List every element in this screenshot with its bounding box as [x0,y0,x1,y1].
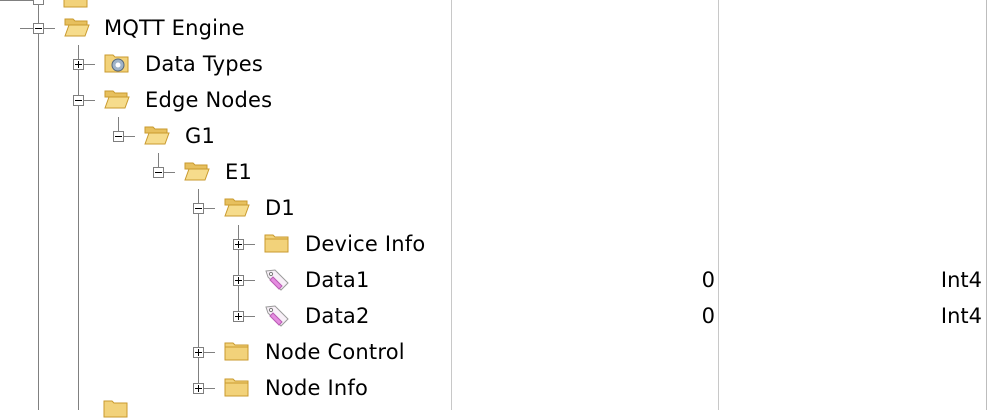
expand-toggle[interactable] [193,383,204,394]
expand-toggle[interactable] [233,275,244,286]
tree-node-label: Edge Nodes [145,88,273,112]
tree-row[interactable]: Device Info [0,226,988,262]
collapse-toggle[interactable] [153,167,164,178]
folder-open-icon [184,162,210,181]
tree-row[interactable]: Node Info [0,370,988,406]
folder-open-icon [104,90,130,109]
expand-toggle[interactable] [233,239,244,250]
tree-node-label: Device Info [305,232,426,256]
tree-node-label: E1 [225,160,253,184]
folder-open-icon [224,198,250,217]
tree-node-label: Node Control [265,340,405,364]
expand-toggle[interactable] [233,311,244,322]
value-cell: 0 [701,304,715,328]
folder-open-icon [64,18,90,37]
folder-closed-icon [264,234,289,253]
folder-open-icon [144,126,170,145]
tree-node-label: MQTT Engine [104,16,245,40]
tree-node-label: Data2 [305,304,370,328]
tree-row[interactable]: MQTT Engine [0,10,988,46]
tree-node-label: Data Types [145,52,263,76]
folder-closed-icon [224,378,249,397]
tree-row[interactable]: G1 [0,118,988,154]
folder-closed-icon [224,342,249,361]
type-cell: Int4 [940,304,982,328]
collapse-toggle[interactable] [193,203,204,214]
tree-row[interactable]: E1 [0,154,988,190]
tree-row[interactable]: Node Control [0,334,988,370]
expand-toggle[interactable] [73,59,84,70]
tree-row[interactable]: Data1 0 Int4 [0,262,988,298]
tree-row[interactable]: Data2 0 Int4 [0,298,988,334]
expand-toggle[interactable] [193,347,204,358]
tree-row[interactable]: Edge Nodes [0,82,988,118]
type-cell: Int4 [940,268,982,292]
tree-node-label: Node Info [265,376,369,400]
tree-row[interactable]: Data Types [0,46,988,82]
folder-closed-icon [63,0,88,8]
tag-icon [265,269,289,291]
value-cell: 0 [701,268,715,292]
tree-row[interactable]: D1 [0,190,988,226]
collapse-toggle[interactable] [113,131,124,142]
collapse-toggle[interactable] [73,95,84,106]
tag-icon [265,305,289,327]
expander-partial-top[interactable] [33,0,44,5]
tree-node-label: Data1 [305,268,370,292]
data-types-icon [104,54,129,73]
collapse-toggle[interactable] [33,23,44,34]
tree-node-label: G1 [185,124,216,148]
tree-node-label: D1 [265,196,295,220]
